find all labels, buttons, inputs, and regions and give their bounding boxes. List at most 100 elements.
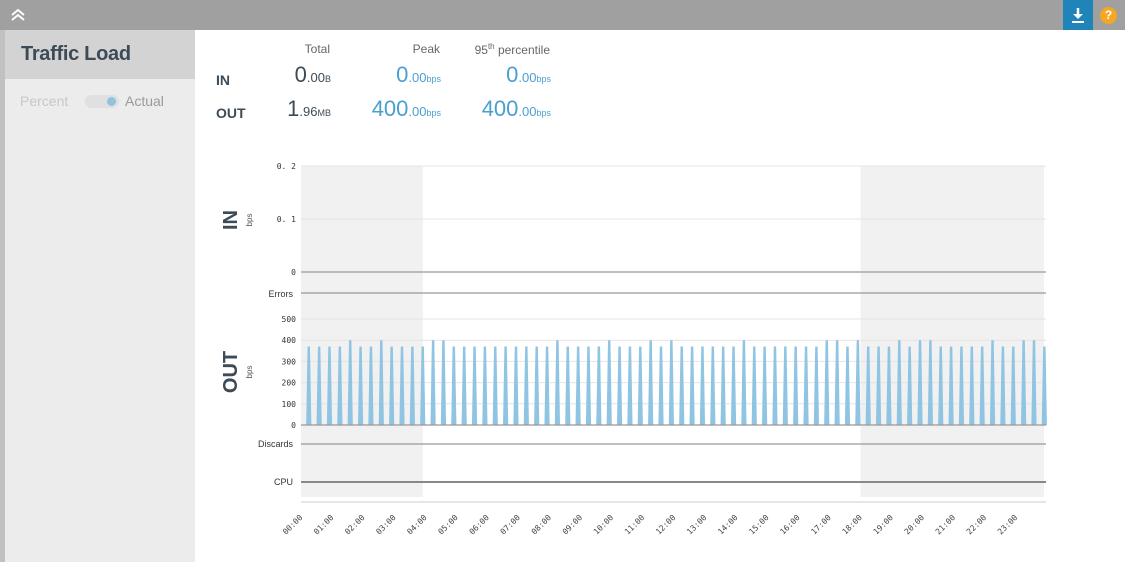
out-traffic-spike — [668, 340, 674, 425]
sidebar — [0, 30, 195, 562]
out-traffic-spike — [1031, 340, 1037, 425]
x-tick-label: 16:00 — [778, 513, 802, 537]
x-tick-label: 09:00 — [561, 513, 585, 537]
out-traffic-spike — [368, 346, 374, 425]
out-traffic-spike — [1010, 346, 1016, 425]
out-traffic-spike — [948, 346, 954, 425]
out-traffic-spike — [471, 346, 478, 425]
top-bar — [0, 0, 1125, 30]
x-tick-label: 14:00 — [716, 513, 740, 537]
x-tick-label: 10:00 — [592, 513, 616, 537]
x-tick-label: 19:00 — [872, 513, 896, 537]
out-traffic-spike — [306, 346, 312, 425]
out-traffic-spike — [492, 346, 498, 425]
out-traffic-spike — [958, 346, 965, 425]
out-traffic-spike — [927, 340, 933, 425]
x-tick-label: 03:00 — [374, 513, 398, 537]
out-total-value: 1.96MB — [287, 96, 331, 121]
toggle-percent-label[interactable]: Percent — [20, 93, 68, 109]
x-tick-label: 22:00 — [965, 513, 989, 537]
x-tick-label: 21:00 — [934, 513, 958, 537]
in-y-tick-label: 0 — [291, 268, 296, 277]
out-traffic-spike — [347, 340, 353, 425]
collapse-button[interactable] — [8, 6, 28, 24]
out-traffic-spike — [326, 346, 333, 425]
out-traffic-spike — [482, 346, 488, 425]
out-traffic-spike — [710, 346, 716, 425]
out-traffic-spike — [658, 346, 664, 425]
out-traffic-spike — [575, 346, 581, 425]
out-traffic-spike — [907, 346, 913, 425]
out-traffic-spike — [503, 346, 509, 425]
sidebar-edge — [0, 30, 5, 562]
out-traffic-spike — [813, 346, 820, 425]
out-traffic-spike — [886, 346, 892, 425]
in-y-tick-label: 0. 1 — [277, 215, 296, 224]
out-panel-label: OUT — [220, 351, 242, 393]
out-traffic-spike — [451, 346, 457, 425]
out-traffic-spike — [389, 346, 395, 425]
out-traffic-spike — [834, 340, 840, 425]
off-hours-shade — [301, 166, 423, 497]
out-traffic-spike — [378, 340, 384, 425]
out-traffic-spike — [772, 346, 778, 425]
out-traffic-spike — [440, 340, 447, 425]
out-traffic-spike — [554, 340, 561, 425]
out-traffic-spike — [751, 346, 757, 425]
errors-label: Errors — [269, 289, 294, 299]
toggle-actual-label[interactable]: Actual — [125, 93, 164, 109]
header-95th-percentile: 95th percentile — [474, 42, 550, 57]
out-traffic-spike — [596, 346, 602, 425]
out-traffic-spike — [720, 346, 726, 425]
header-total: Total — [304, 42, 330, 56]
help-button[interactable]: ? — [1100, 7, 1117, 24]
out-traffic-spike — [316, 346, 322, 425]
out-traffic-spike — [969, 346, 975, 425]
x-tick-label: 02:00 — [343, 513, 367, 537]
out-traffic-spike — [420, 346, 426, 425]
x-tick-label: 13:00 — [685, 513, 709, 537]
x-tick-label: 06:00 — [468, 513, 492, 537]
out-traffic-spike — [616, 346, 623, 425]
percent-actual-toggle[interactable] — [85, 95, 119, 108]
out-traffic-spike — [730, 346, 737, 425]
out-traffic-spike — [699, 346, 706, 425]
toggle-knob[interactable] — [107, 97, 116, 106]
out-traffic-spike — [544, 346, 550, 425]
out-y-tick-label: 500 — [282, 315, 297, 324]
out-traffic-spike — [855, 340, 861, 425]
x-tick-label: 08:00 — [530, 513, 554, 537]
row-label-in: IN — [216, 72, 230, 88]
in-y-tick-label: 0. 2 — [277, 162, 296, 171]
out-traffic-spike — [637, 346, 643, 425]
x-tick-label: 01:00 — [312, 513, 336, 537]
out-traffic-spike — [793, 346, 799, 425]
x-tick-label: 20:00 — [903, 513, 927, 537]
double-chevron-up-icon — [11, 8, 25, 21]
out-traffic-spike — [689, 346, 695, 425]
header-peak: Peak — [412, 42, 440, 56]
out-traffic-spike — [803, 346, 809, 425]
in-panel-label: IN — [220, 210, 242, 230]
out-traffic-spike — [896, 340, 902, 425]
download-icon — [1072, 8, 1084, 23]
out-traffic-spike — [762, 346, 768, 425]
x-tick-label: 05:00 — [436, 513, 460, 537]
out-y-tick-label: 200 — [282, 379, 297, 388]
out-traffic-spike — [461, 346, 467, 425]
x-tick-label: 18:00 — [841, 513, 865, 537]
in-p95-value: 0.00bps — [506, 62, 551, 87]
out-traffic-spike — [1000, 346, 1006, 425]
out-peak-value: 400.00bps — [371, 96, 441, 121]
out-traffic-spike — [1021, 340, 1027, 425]
out-traffic-spike — [523, 346, 529, 425]
out-y-tick-label: 300 — [282, 357, 297, 366]
download-button[interactable] — [1063, 0, 1093, 30]
out-traffic-spike — [409, 346, 415, 425]
in-total-value: 0.00B — [294, 62, 331, 87]
out-traffic-spike — [357, 346, 364, 425]
x-tick-label: 04:00 — [405, 513, 429, 537]
out-traffic-spike — [844, 346, 851, 425]
x-tick-label: 07:00 — [499, 513, 523, 537]
help-icon: ? — [1104, 8, 1113, 22]
